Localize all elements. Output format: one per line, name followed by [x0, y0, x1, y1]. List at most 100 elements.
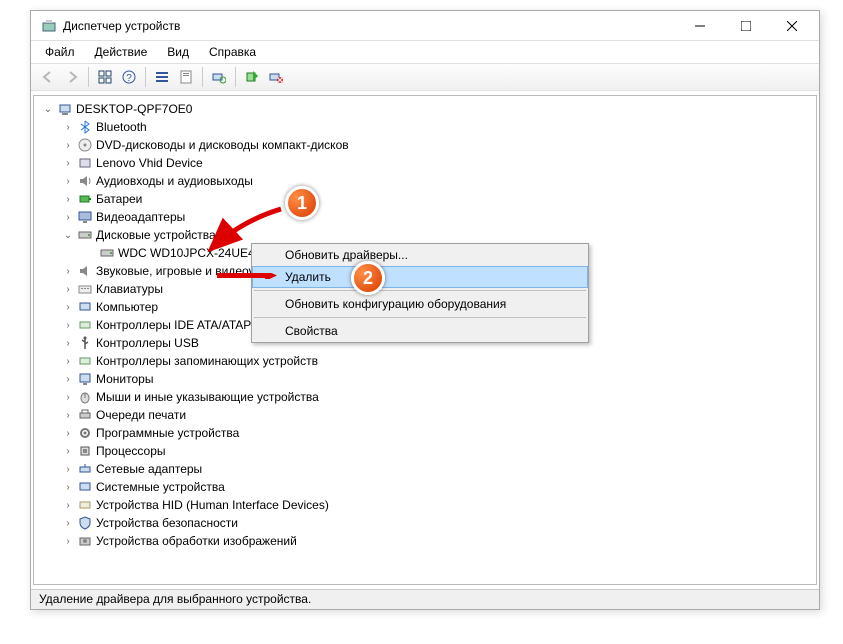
help-icon[interactable]: ?: [118, 66, 140, 88]
node-label: Устройства безопасности: [96, 516, 238, 530]
chevron-right-icon[interactable]: ›: [62, 356, 74, 367]
node-label: DESKTOP-QPF7OE0: [76, 102, 192, 116]
ctx-refresh-config[interactable]: Обновить конфигурацию оборудования: [252, 293, 588, 315]
chevron-right-icon[interactable]: ›: [62, 158, 74, 169]
cat-battery[interactable]: ›Батареи: [36, 190, 814, 208]
camera-icon: [77, 533, 93, 549]
chevron-right-icon[interactable]: ›: [62, 284, 74, 295]
cat-lenovo[interactable]: ›Lenovo Vhid Device: [36, 154, 814, 172]
menubar: Файл Действие Вид Справка: [31, 41, 819, 63]
chevron-right-icon[interactable]: ›: [62, 266, 74, 277]
annotation-arrow: [217, 273, 277, 279]
shield-icon: [77, 515, 93, 531]
drive-icon: [99, 245, 115, 261]
back-icon[interactable]: [37, 66, 59, 88]
node-label: Устройства HID (Human Interface Devices): [96, 498, 329, 512]
chevron-right-icon[interactable]: ›: [62, 428, 74, 439]
grid-icon[interactable]: [94, 66, 116, 88]
cat-net[interactable]: ›Сетевые адаптеры: [36, 460, 814, 478]
chevron-right-icon[interactable]: ›: [62, 302, 74, 313]
node-label: Аудиовходы и аудиовыходы: [96, 174, 253, 188]
battery-icon: [77, 191, 93, 207]
node-label: Видеоадаптеры: [96, 210, 185, 224]
cat-hid[interactable]: › Устройства HID (Human Interface Devices…: [36, 496, 814, 514]
device-icon: [77, 155, 93, 171]
close-button[interactable]: [769, 11, 815, 41]
cat-bluetooth[interactable]: ›Bluetooth: [36, 118, 814, 136]
chevron-right-icon[interactable]: ›: [62, 446, 74, 457]
chevron-right-icon[interactable]: ›: [62, 392, 74, 403]
node-label: Контроллеры USB: [96, 336, 199, 350]
cat-disk[interactable]: ⌄Дисковые устройства: [36, 226, 814, 244]
chevron-right-icon[interactable]: ›: [62, 410, 74, 421]
cat-imaging[interactable]: › Устройства обработки изображений: [36, 532, 814, 550]
list-icon[interactable]: [151, 66, 173, 88]
toolbar-separator: [202, 67, 203, 87]
node-label: Очереди печати: [96, 408, 186, 422]
display-icon: [77, 209, 93, 225]
computer-icon: [57, 101, 73, 117]
toolbar-separator: [235, 67, 236, 87]
chevron-right-icon[interactable]: ›: [62, 374, 74, 385]
chevron-right-icon[interactable]: ›: [62, 338, 74, 349]
chevron-right-icon[interactable]: ›: [62, 518, 74, 529]
forward-icon[interactable]: [61, 66, 83, 88]
cat-security[interactable]: › Устройства безопасности: [36, 514, 814, 532]
chevron-right-icon[interactable]: ›: [62, 536, 74, 547]
window-title: Диспетчер устройств: [63, 19, 677, 33]
cat-sys[interactable]: ›Системные устройства: [36, 478, 814, 496]
uninstall-icon[interactable]: [265, 66, 287, 88]
menu-help[interactable]: Справка: [201, 43, 264, 61]
root-node[interactable]: ⌄ DESKTOP-QPF7OE0: [36, 100, 814, 118]
chevron-right-icon[interactable]: ›: [62, 212, 74, 223]
cat-mouse[interactable]: ›Мыши и иные указывающие устройства: [36, 388, 814, 406]
chevron-right-icon[interactable]: ›: [62, 140, 74, 151]
scan-icon[interactable]: [208, 66, 230, 88]
disc-icon: [77, 137, 93, 153]
toolbar: ?: [31, 63, 819, 91]
cat-printq[interactable]: › Очереди печати: [36, 406, 814, 424]
ctx-properties[interactable]: Свойства: [252, 320, 588, 342]
cat-dvd[interactable]: ›DVD-дисководы и дисководы компакт-диско…: [36, 136, 814, 154]
node-label: Устройства обработки изображений: [96, 534, 297, 548]
annotation-callout-2: 2: [351, 261, 385, 295]
menu-file[interactable]: Файл: [37, 43, 83, 61]
statusbar: Удаление драйвера для выбранного устройс…: [31, 589, 819, 609]
chevron-right-icon[interactable]: ›: [62, 194, 74, 205]
node-label: Контроллеры IDE ATA/ATAPI: [96, 318, 255, 332]
titlebar: Диспетчер устройств: [31, 11, 819, 41]
chevron-down-icon[interactable]: ⌄: [62, 230, 74, 241]
cat-cpu[interactable]: ›Процессоры: [36, 442, 814, 460]
ctx-update-drivers[interactable]: Обновить драйверы...: [252, 244, 588, 266]
svg-text:?: ?: [126, 73, 132, 84]
maximize-button[interactable]: [723, 11, 769, 41]
cat-storage[interactable]: ›Контроллеры запоминающих устройств: [36, 352, 814, 370]
node-label: Компьютер: [96, 300, 158, 314]
enable-icon[interactable]: [241, 66, 263, 88]
chevron-right-icon[interactable]: ›: [62, 176, 74, 187]
node-label: Клавиатуры: [96, 282, 163, 296]
ctx-delete[interactable]: Удалить: [252, 266, 588, 288]
chevron-right-icon[interactable]: ›: [62, 482, 74, 493]
controller-icon: [77, 353, 93, 369]
menu-view[interactable]: Вид: [159, 43, 197, 61]
chevron-down-icon[interactable]: ⌄: [42, 104, 54, 115]
chevron-right-icon[interactable]: ›: [62, 122, 74, 133]
status-text: Удаление драйвера для выбранного устройс…: [39, 592, 311, 606]
menu-action[interactable]: Действие: [87, 43, 156, 61]
mouse-icon: [77, 389, 93, 405]
chevron-right-icon[interactable]: ›: [62, 320, 74, 331]
ctx-separator: [254, 317, 586, 318]
minimize-button[interactable]: [677, 11, 723, 41]
cat-monitor[interactable]: ›Мониторы: [36, 370, 814, 388]
app-window: Диспетчер устройств Файл Действие Вид Сп…: [30, 10, 820, 610]
cat-audio[interactable]: › Аудиовходы и аудиовыходы: [36, 172, 814, 190]
context-menu: Обновить драйверы... Удалить Обновить ко…: [251, 243, 589, 343]
cat-video[interactable]: › Видеоадаптеры: [36, 208, 814, 226]
monitor-icon: [77, 371, 93, 387]
chevron-right-icon[interactable]: ›: [62, 464, 74, 475]
annotation-arrow: [201, 201, 291, 261]
chevron-right-icon[interactable]: ›: [62, 500, 74, 511]
props-icon[interactable]: [175, 66, 197, 88]
cat-software[interactable]: ›Программные устройства: [36, 424, 814, 442]
